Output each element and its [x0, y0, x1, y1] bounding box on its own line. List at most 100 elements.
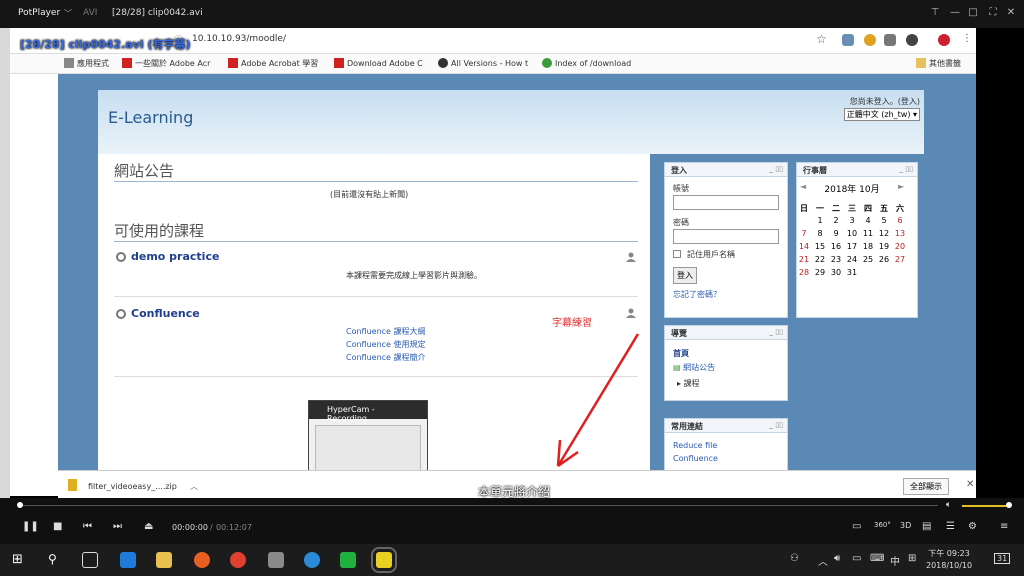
calendar-day[interactable]: 30	[828, 268, 844, 277]
extension-icon[interactable]	[906, 34, 918, 46]
eject-button[interactable]: ⏏︎	[144, 521, 153, 532]
app-menu[interactable]: PotPlayer	[18, 8, 60, 18]
username-field[interactable]	[673, 195, 779, 210]
nav-item[interactable]: ▤ 網站公告	[673, 362, 715, 373]
next-month-button[interactable]: ►	[898, 182, 904, 191]
settings-icon[interactable]: ⚙︎	[968, 521, 977, 532]
potplayer-icon[interactable]	[371, 547, 397, 573]
site-brand[interactable]: E-Learning	[108, 108, 193, 127]
pause-button[interactable]: ❚❚	[22, 521, 39, 532]
nav-home[interactable]: 首頁	[673, 348, 689, 359]
ime-indicator[interactable]: 中	[890, 553, 900, 568]
next-button[interactable]: ⏭︎	[113, 521, 122, 532]
calendar-day[interactable]: 16	[828, 242, 844, 251]
menu-icon[interactable]: ≡	[1000, 521, 1008, 532]
volume-icon[interactable]: 🔈︎	[946, 500, 951, 510]
extension-icon[interactable]	[864, 34, 876, 46]
block-controls[interactable]: _ ▯▯	[769, 165, 783, 173]
360-icon[interactable]: 360°	[874, 521, 891, 529]
calendar-day[interactable]: 28	[796, 268, 812, 277]
calendar-day[interactable]: 4	[860, 216, 876, 225]
login-button[interactable]: 登入	[673, 267, 697, 284]
calendar-day[interactable]: 24	[844, 255, 860, 264]
nav-item[interactable]: ▸ 課程	[677, 378, 700, 389]
bookmark-star-icon[interactable]: ☆	[816, 32, 827, 46]
calendar-day[interactable]: 17	[844, 242, 860, 251]
login-status[interactable]: 您尚未登入。(登入)	[850, 96, 920, 107]
firefox-icon[interactable]	[194, 552, 210, 568]
block-controls[interactable]: _ ▯▯	[769, 421, 783, 429]
calendar-day[interactable]: 12	[876, 229, 892, 238]
calendar-day[interactable]: 19	[876, 242, 892, 251]
calendar-day[interactable]: 2	[828, 216, 844, 225]
start-icon[interactable]: ⊞	[12, 552, 28, 568]
bookmark-item[interactable]: All Versions - How t	[438, 58, 528, 68]
calendar-day[interactable]: 26	[876, 255, 892, 264]
edge-icon[interactable]	[120, 552, 136, 568]
extension-icon[interactable]	[884, 34, 896, 46]
calendar-day[interactable]: 20	[892, 242, 908, 251]
profile-avatar[interactable]	[938, 34, 950, 46]
language-select[interactable]: 正體中文 (zh_tw) ▾	[843, 108, 920, 121]
keyboard-icon[interactable]: ⊞	[908, 553, 916, 564]
fullscreen-icon[interactable]: ⛶	[986, 6, 1000, 20]
line-icon[interactable]	[340, 552, 356, 568]
explorer-icon[interactable]	[156, 552, 172, 568]
calendar-day[interactable]: 1	[812, 216, 828, 225]
calendar-day[interactable]: 27	[892, 255, 908, 264]
task-view-icon[interactable]	[82, 552, 98, 568]
close-icon[interactable]: ✕	[966, 479, 974, 490]
calendar-day[interactable]: 31	[844, 268, 860, 277]
chevron-up-icon[interactable]: ︿	[818, 553, 828, 568]
bookmark-item[interactable]: 應用程式	[64, 58, 109, 69]
subtitle-icon[interactable]: ▤	[922, 521, 931, 532]
block-controls[interactable]: _ ▯▯	[899, 165, 913, 173]
pin-icon[interactable]: ⊤	[928, 6, 942, 20]
download-filename[interactable]: filter_videoeasy_....zip	[88, 482, 177, 491]
bookmark-item[interactable]: Adobe Acrobat 學習	[228, 58, 318, 69]
course-summary-link[interactable]: Confluence 課程大綱	[346, 326, 426, 337]
quick-link[interactable]: Confluence	[673, 454, 718, 463]
speaker-icon[interactable]: 🔊︎	[834, 553, 840, 564]
course-summary-link[interactable]: Confluence 課程簡介	[346, 352, 426, 363]
other-bookmarks[interactable]: 其他書籤	[916, 58, 961, 69]
minimize-button[interactable]: —	[948, 6, 962, 20]
notification-center[interactable]: 31	[994, 553, 1011, 564]
close-button[interactable]: ✕	[1004, 6, 1018, 20]
calendar-day[interactable]: 22	[812, 255, 828, 264]
calendar-day[interactable]: 5	[876, 216, 892, 225]
calendar-day[interactable]: 23	[828, 255, 844, 264]
chevron-up-icon[interactable]: ︿	[190, 481, 198, 492]
calendar-day[interactable]: 3	[844, 216, 860, 225]
seek-track[interactable]	[18, 505, 938, 506]
course-summary-link[interactable]: Confluence 使用規定	[346, 339, 426, 350]
calendar-day[interactable]: 8	[812, 229, 828, 238]
calendar-day[interactable]: 29	[812, 268, 828, 277]
maximize-button[interactable]: □	[966, 6, 980, 20]
taskbar-clock[interactable]: 下午 09:23 2018/10/10	[926, 548, 972, 572]
calendar-day[interactable]: 14	[796, 242, 812, 251]
quick-link[interactable]: Reduce file	[673, 441, 717, 450]
seek-handle[interactable]	[17, 502, 23, 508]
calendar-day[interactable]: 15	[812, 242, 828, 251]
url-field[interactable]: 10.10.10.93/moodle/	[192, 34, 286, 44]
course-link[interactable]: demo practice	[131, 250, 219, 263]
playlist-icon[interactable]: ☰	[946, 521, 955, 532]
show-all-button[interactable]: 全部顯示	[903, 478, 949, 495]
calendar-day[interactable]: 11	[860, 229, 876, 238]
previous-button[interactable]: ⏮︎	[83, 521, 92, 532]
people-icon[interactable]: ⚇	[790, 553, 799, 564]
calendar-day[interactable]: 13	[892, 229, 908, 238]
chrome-icon[interactable]	[230, 552, 246, 568]
calendar-day[interactable]: 21	[796, 255, 812, 264]
forgot-password-link[interactable]: 忘記了密碼？	[673, 289, 721, 300]
stop-button[interactable]: ■	[53, 521, 62, 532]
volume-slider[interactable]	[962, 502, 1012, 508]
kebab-menu-icon[interactable]: ⋮	[962, 33, 972, 44]
ie-icon[interactable]	[304, 552, 320, 568]
course-link[interactable]: Confluence	[131, 307, 200, 320]
chevron-down-icon[interactable]: ﹀	[64, 8, 72, 19]
calendar-day[interactable]: 7	[796, 229, 812, 238]
block-controls[interactable]: _ ▯▯	[769, 328, 783, 336]
bookmark-item[interactable]: Download Adobe C	[334, 58, 423, 68]
